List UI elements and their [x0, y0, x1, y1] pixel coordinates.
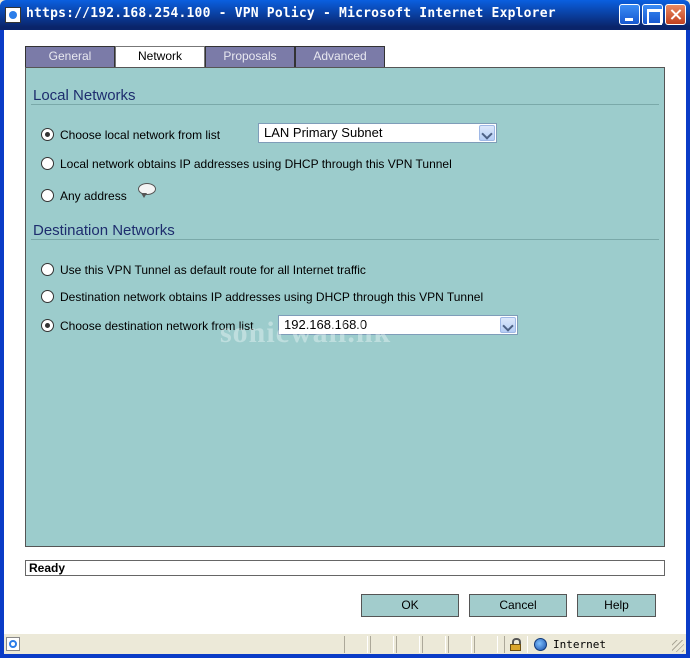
radio-choose-destination-network[interactable]	[41, 319, 54, 332]
status-segment	[396, 636, 420, 653]
label-destination-dhcp: Destination network obtains IP addresses…	[60, 290, 484, 304]
radio-any-address[interactable]	[41, 189, 54, 202]
resize-grip[interactable]	[672, 640, 684, 652]
watermark: sonicwall.hk	[220, 316, 392, 349]
ie-status-bar: Internet	[4, 633, 686, 654]
comment-bubble-icon[interactable]	[138, 183, 156, 198]
label-any-address: Any address	[60, 189, 127, 203]
chevron-down-icon[interactable]	[500, 317, 516, 333]
maximize-icon[interactable]	[642, 4, 663, 25]
security-zone-label: Internet	[553, 638, 606, 651]
close-icon[interactable]	[665, 4, 686, 25]
status-segment	[344, 636, 368, 653]
status-segment	[474, 636, 498, 653]
local-network-select[interactable]: LAN Primary Subnet	[258, 123, 497, 143]
page-status-icon	[6, 637, 20, 651]
label-default-route: Use this VPN Tunnel as default route for…	[60, 263, 366, 277]
tab-advanced[interactable]: Advanced	[295, 46, 385, 67]
ok-button[interactable]: OK	[361, 594, 459, 617]
local-network-select-value: LAN Primary Subnet	[264, 125, 383, 140]
destination-networks-heading: Destination Networks	[33, 222, 175, 239]
help-button[interactable]: Help	[577, 594, 656, 617]
globe-icon	[534, 638, 547, 651]
radio-choose-local-network[interactable]	[41, 128, 54, 141]
tab-general[interactable]: General	[25, 46, 115, 67]
radio-destination-dhcp[interactable]	[41, 290, 54, 303]
tab-network[interactable]: Network	[115, 46, 205, 68]
ie-page-icon	[5, 7, 21, 23]
status-field: Ready	[25, 560, 665, 576]
destination-networks-divider	[31, 239, 659, 240]
radio-default-route[interactable]	[41, 263, 54, 276]
network-panel: Local Networks Choose local network from…	[25, 67, 665, 547]
status-segment	[448, 636, 472, 653]
label-choose-local-network: Choose local network from list	[60, 128, 221, 142]
label-local-dhcp: Local network obtains IP addresses using…	[60, 157, 452, 171]
cancel-button[interactable]: Cancel	[469, 594, 567, 617]
tab-proposals[interactable]: Proposals	[205, 46, 295, 67]
local-networks-divider	[31, 104, 659, 105]
status-segment	[422, 636, 446, 653]
title-bar[interactable]: https://192.168.254.100 - VPN Policy - M…	[0, 0, 690, 30]
chevron-down-icon[interactable]	[479, 125, 495, 141]
status-segment	[370, 636, 394, 653]
minimize-icon[interactable]	[619, 4, 640, 25]
local-networks-heading: Local Networks	[33, 87, 136, 104]
window-title: https://192.168.254.100 - VPN Policy - M…	[26, 6, 556, 21]
radio-local-dhcp[interactable]	[41, 157, 54, 170]
lock-icon[interactable]	[510, 638, 521, 651]
